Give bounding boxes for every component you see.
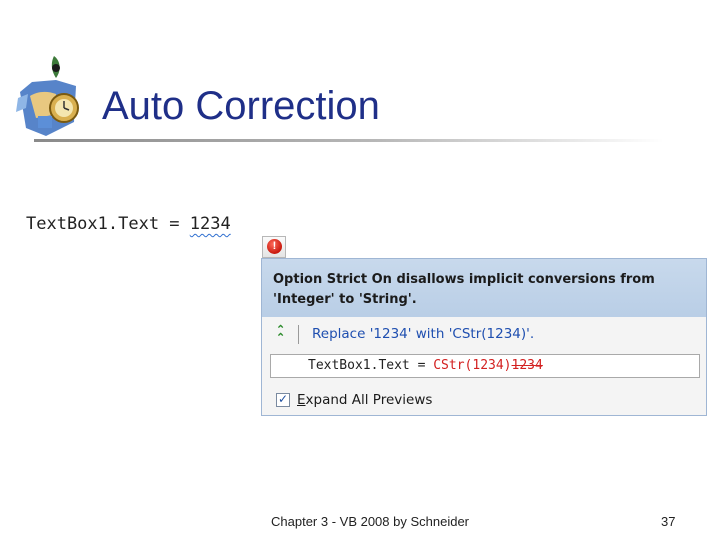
popup-header: Option Strict On disallows implicit conv… [262, 259, 706, 317]
slide-logo-image [16, 56, 79, 136]
slide-page-number: 37 [661, 514, 676, 529]
preview-inserted-text: CStr(1234) [433, 358, 512, 373]
code-statement: TextBox1.Text = [26, 214, 190, 234]
title-divider [34, 139, 664, 142]
smart-tag-button[interactable]: ! [262, 236, 286, 258]
code-error-token[interactable]: 1234 [190, 214, 231, 234]
expand-previews-label[interactable]: Expand All Previews [297, 392, 432, 408]
replace-fix-link[interactable]: Replace '1234' with 'CStr(1234)'. [312, 326, 534, 342]
slide-title: Auto Correction [102, 84, 380, 128]
error-icon: ! [267, 239, 282, 254]
slide-footer: Chapter 3 - VB 2008 by Schneider [271, 514, 470, 529]
double-chevron-up-icon[interactable]: ⌃ ⌃ [276, 325, 290, 344]
error-message: Option Strict On disallows implicit conv… [273, 272, 655, 307]
fix-suggestion-row[interactable]: ⌃ ⌃ Replace '1234' with 'CStr(1234)'. [270, 323, 700, 347]
error-correction-popup: Option Strict On disallows implicit conv… [261, 258, 707, 416]
fix-preview: TextBox1.Text = CStr(1234)1234 [270, 354, 700, 378]
fix-separator [298, 325, 299, 344]
preview-deleted-text: 1234 [511, 358, 543, 373]
preview-statement: TextBox1.Text = [308, 358, 434, 373]
expand-previews-checkbox[interactable]: ✓ [276, 393, 290, 407]
code-line[interactable]: TextBox1.Text = 1234 [26, 214, 231, 234]
